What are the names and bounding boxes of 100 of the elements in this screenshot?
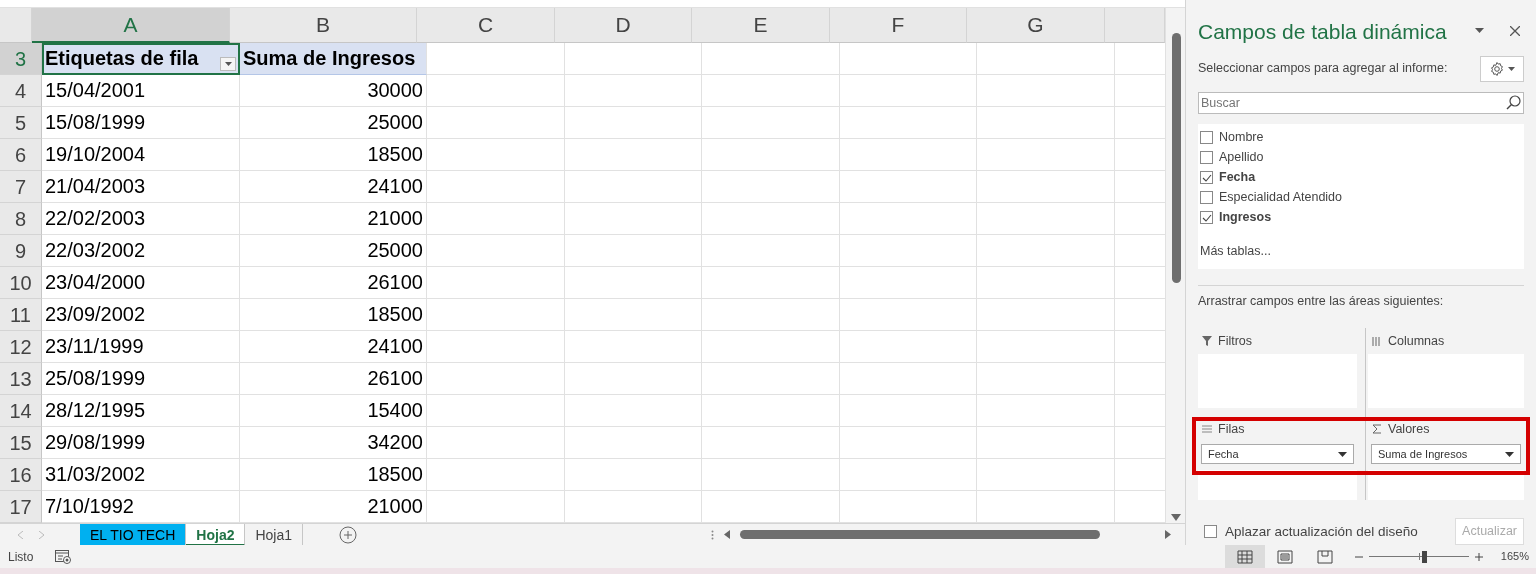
grid-cell[interactable] bbox=[702, 299, 840, 331]
next-sheet-icon[interactable] bbox=[39, 530, 44, 539]
grid-cell[interactable] bbox=[840, 43, 977, 75]
grid-cell[interactable] bbox=[427, 203, 565, 235]
grid-cell[interactable] bbox=[427, 107, 565, 139]
grid-cell[interactable] bbox=[565, 107, 702, 139]
grid-cell[interactable] bbox=[977, 267, 1115, 299]
row-header[interactable]: 14 bbox=[0, 395, 42, 427]
grid-cell[interactable] bbox=[702, 395, 840, 427]
grid-cell[interactable] bbox=[702, 363, 840, 395]
grid-cell[interactable] bbox=[840, 267, 977, 299]
grid-cell[interactable] bbox=[702, 43, 840, 75]
field-label[interactable]: Nombre bbox=[1219, 128, 1264, 147]
column-header[interactable]: E bbox=[692, 8, 830, 43]
row-header[interactable]: 11 bbox=[0, 299, 42, 331]
grid-cell[interactable] bbox=[565, 139, 702, 171]
scroll-down-icon[interactable] bbox=[1171, 514, 1181, 521]
grid-cell[interactable] bbox=[702, 235, 840, 267]
grid-cell[interactable] bbox=[702, 427, 840, 459]
grid-cell[interactable] bbox=[565, 395, 702, 427]
grid-cell[interactable] bbox=[565, 331, 702, 363]
grid-cell[interactable] bbox=[427, 395, 565, 427]
row-header[interactable]: 9 bbox=[0, 235, 42, 267]
grid-cell[interactable] bbox=[977, 299, 1115, 331]
grid-cell[interactable] bbox=[427, 75, 565, 107]
grid-cell[interactable] bbox=[702, 107, 840, 139]
grid-cell[interactable] bbox=[565, 43, 702, 75]
grid-cell[interactable] bbox=[565, 203, 702, 235]
grid-cell[interactable] bbox=[702, 171, 840, 203]
grid-cell[interactable] bbox=[840, 139, 977, 171]
checkbox[interactable] bbox=[1200, 171, 1213, 184]
grid-cell[interactable] bbox=[840, 459, 977, 491]
field-label[interactable]: Apellido bbox=[1219, 148, 1264, 167]
checkbox[interactable] bbox=[1204, 525, 1217, 539]
grid-cell[interactable] bbox=[977, 107, 1115, 139]
row-header[interactable]: 10 bbox=[0, 267, 42, 299]
grid-cell[interactable] bbox=[977, 395, 1115, 427]
sheet-tab[interactable]: Hoja2 bbox=[186, 523, 246, 545]
checkbox[interactable] bbox=[1200, 131, 1213, 144]
grid-cell[interactable] bbox=[565, 459, 702, 491]
splitter-handle-icon[interactable] bbox=[711, 529, 714, 540]
search-field[interactable]: Buscar bbox=[1198, 91, 1524, 114]
grid-cell[interactable] bbox=[427, 299, 565, 331]
grid-cell[interactable] bbox=[840, 331, 977, 363]
scrollbar-thumb[interactable] bbox=[1172, 33, 1181, 283]
caret-icon[interactable] bbox=[1475, 28, 1484, 34]
grid-cell[interactable] bbox=[565, 75, 702, 107]
grid-cell[interactable] bbox=[702, 139, 840, 171]
grid-cell[interactable] bbox=[565, 267, 702, 299]
grid-cell[interactable] bbox=[977, 43, 1115, 75]
scrollbar-thumb[interactable] bbox=[740, 530, 1100, 539]
column-header[interactable]: F bbox=[830, 8, 967, 43]
grid-cell[interactable] bbox=[977, 235, 1115, 267]
grid-cell[interactable] bbox=[427, 331, 565, 363]
zoom-in-icon[interactable] bbox=[1474, 552, 1483, 561]
row-header[interactable]: 5 bbox=[0, 107, 42, 139]
grid-cell[interactable] bbox=[427, 267, 565, 299]
grid-cell[interactable] bbox=[427, 43, 565, 75]
checkbox[interactable] bbox=[1200, 151, 1213, 164]
grid-cell[interactable] bbox=[702, 267, 840, 299]
grid-cell[interactable] bbox=[702, 75, 840, 107]
grid-cell[interactable] bbox=[565, 427, 702, 459]
grid-cell[interactable] bbox=[702, 459, 840, 491]
grid-cell[interactable] bbox=[840, 363, 977, 395]
grid-cell[interactable] bbox=[702, 203, 840, 235]
field-dropdown[interactable]: Fecha bbox=[1201, 444, 1354, 465]
grid-cell[interactable] bbox=[427, 427, 565, 459]
grid-cell[interactable] bbox=[840, 75, 977, 107]
zoom-level[interactable]: 165% bbox=[1500, 548, 1529, 565]
column-header[interactable]: C bbox=[417, 8, 555, 43]
grid-cell[interactable] bbox=[565, 363, 702, 395]
row-header[interactable]: 7 bbox=[0, 171, 42, 203]
row-header[interactable]: 13 bbox=[0, 363, 42, 395]
grid-cell[interactable] bbox=[977, 459, 1115, 491]
grid-cell[interactable] bbox=[977, 75, 1115, 107]
normal-view-icon[interactable] bbox=[1224, 545, 1265, 568]
row-header[interactable]: 4 bbox=[0, 75, 42, 107]
row-header[interactable]: 17 bbox=[0, 491, 42, 523]
filter-dropdown-button[interactable] bbox=[220, 57, 236, 71]
grid-cell[interactable] bbox=[840, 395, 977, 427]
column-header[interactable]: G bbox=[967, 8, 1105, 43]
more-tables-link[interactable]: Más tablas... bbox=[1200, 241, 1271, 261]
column-header[interactable]: B bbox=[230, 8, 417, 43]
field-label[interactable]: Ingresos bbox=[1219, 208, 1272, 227]
row-header[interactable]: 16 bbox=[0, 459, 42, 491]
grid-cell[interactable] bbox=[977, 171, 1115, 203]
grid-cell[interactable] bbox=[840, 299, 977, 331]
grid-cell[interactable] bbox=[977, 427, 1115, 459]
macro-recorder-icon[interactable] bbox=[55, 549, 72, 564]
grid-cell[interactable] bbox=[565, 171, 702, 203]
row-header[interactable]: 8 bbox=[0, 203, 42, 235]
scroll-left-icon[interactable] bbox=[724, 530, 730, 539]
previous-sheet-icon[interactable] bbox=[18, 530, 23, 539]
search-icon[interactable] bbox=[1506, 94, 1521, 110]
grid-cell[interactable] bbox=[565, 299, 702, 331]
checkbox[interactable] bbox=[1200, 191, 1213, 204]
grid-cell[interactable] bbox=[427, 171, 565, 203]
checkbox-label[interactable]: Aplazar actualización del diseño bbox=[1225, 521, 1418, 542]
grid-cell[interactable] bbox=[840, 107, 977, 139]
row-header[interactable]: 6 bbox=[0, 139, 42, 171]
